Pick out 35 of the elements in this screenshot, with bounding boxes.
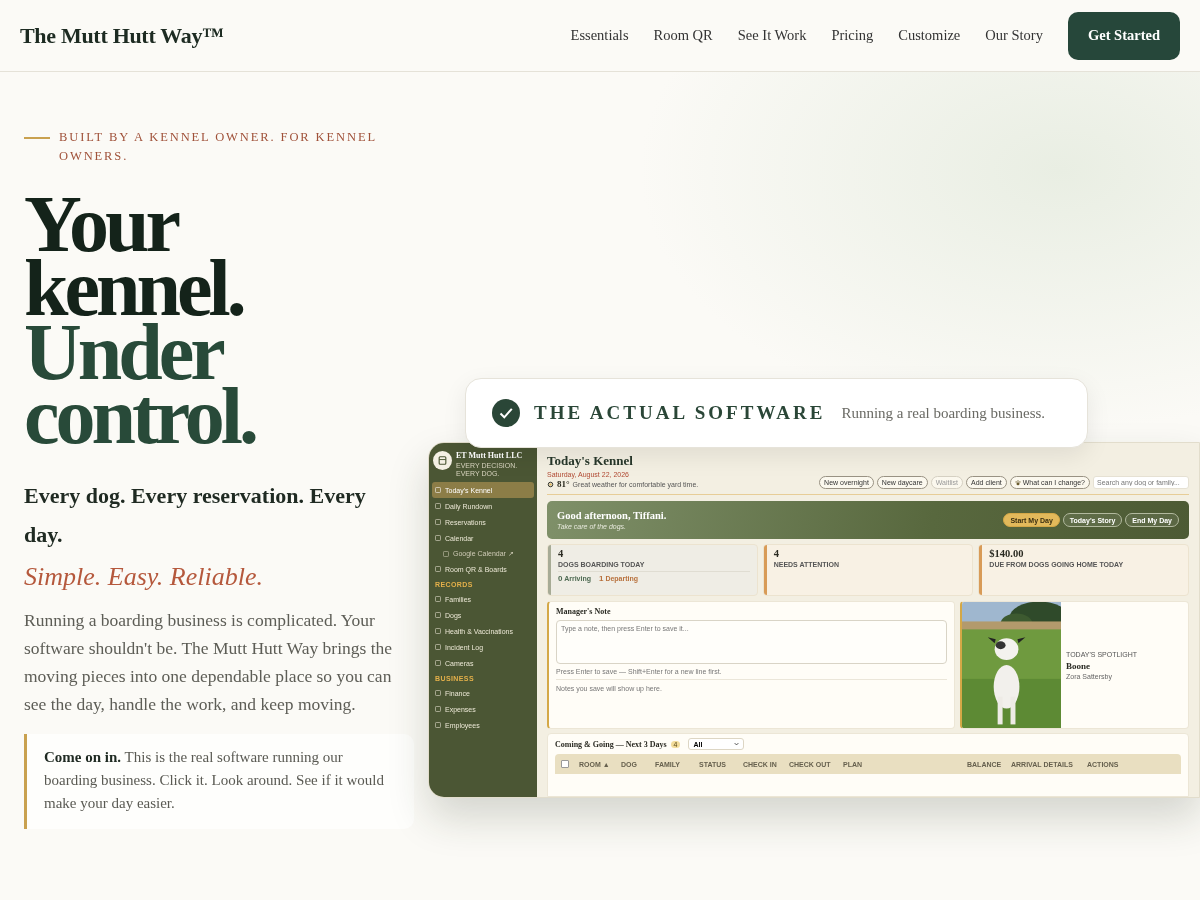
get-started-button[interactable]: Get Started xyxy=(1067,11,1180,60)
nav-link[interactable]: Pricing xyxy=(831,27,874,44)
hero-heading: Your xyxy=(24,192,177,256)
greeting-title: Good afternoon, Tiffani. xyxy=(557,510,667,521)
badge-text: Running a real boarding business. xyxy=(841,404,1046,422)
business-name: ET Mutt Hutt LLC xyxy=(456,451,524,460)
callout-text: Come on in. This is the real software running our boarding business. Click it. Look around. See if it would make your day easier. xyxy=(44,748,385,813)
dog-name: Boone xyxy=(1066,660,1091,671)
nav-link[interactable]: See It Work xyxy=(737,27,807,44)
temperature: 81° xyxy=(557,479,570,489)
caret-icon xyxy=(734,742,740,746)
slogan: Simple. Easy. Reliable. xyxy=(24,562,264,592)
nav-link[interactable]: Customize xyxy=(898,27,961,44)
stat-value: 4 xyxy=(773,548,780,559)
intro-paragraph: Running a boarding business is complicated. Your software shouldn't be. The Mutt Hutt Way brings the moving pieces into one dependable place so you can see the day, handle the work, and keep moving. xyxy=(24,609,394,716)
stat-value: $140.00 xyxy=(989,548,1025,559)
hero-heading: Under xyxy=(24,320,222,384)
nav-link[interactable]: Our Story xyxy=(985,27,1043,44)
eyebrow-text: BUILT BY A KENNEL OWNER. FOR KENNEL OWNERS. xyxy=(59,129,378,165)
page-title: Today's Kennel xyxy=(547,453,634,469)
checkbox[interactable] xyxy=(561,760,569,768)
logo-icon xyxy=(433,451,452,470)
tagline: Every dog. Every reservation. Every day. xyxy=(24,482,367,549)
check-icon xyxy=(492,399,520,427)
hero-heading: control. xyxy=(24,384,255,448)
hero-heading: kennel. xyxy=(24,256,243,320)
paw-icon xyxy=(1014,479,1021,486)
badge-title: THE ACTUAL SOFTWARE xyxy=(534,402,826,424)
nav-link[interactable]: Room QR xyxy=(653,27,713,44)
note-title: Manager's Note xyxy=(556,607,612,616)
table-title: Coming & Going — Next 3 Days xyxy=(555,739,667,749)
site-logo[interactable]: The Mutt Hutt Way™ xyxy=(20,22,224,49)
sun-icon xyxy=(547,480,554,488)
nav-link[interactable]: Essentials xyxy=(570,27,629,44)
stat-value: 4 xyxy=(558,548,565,559)
